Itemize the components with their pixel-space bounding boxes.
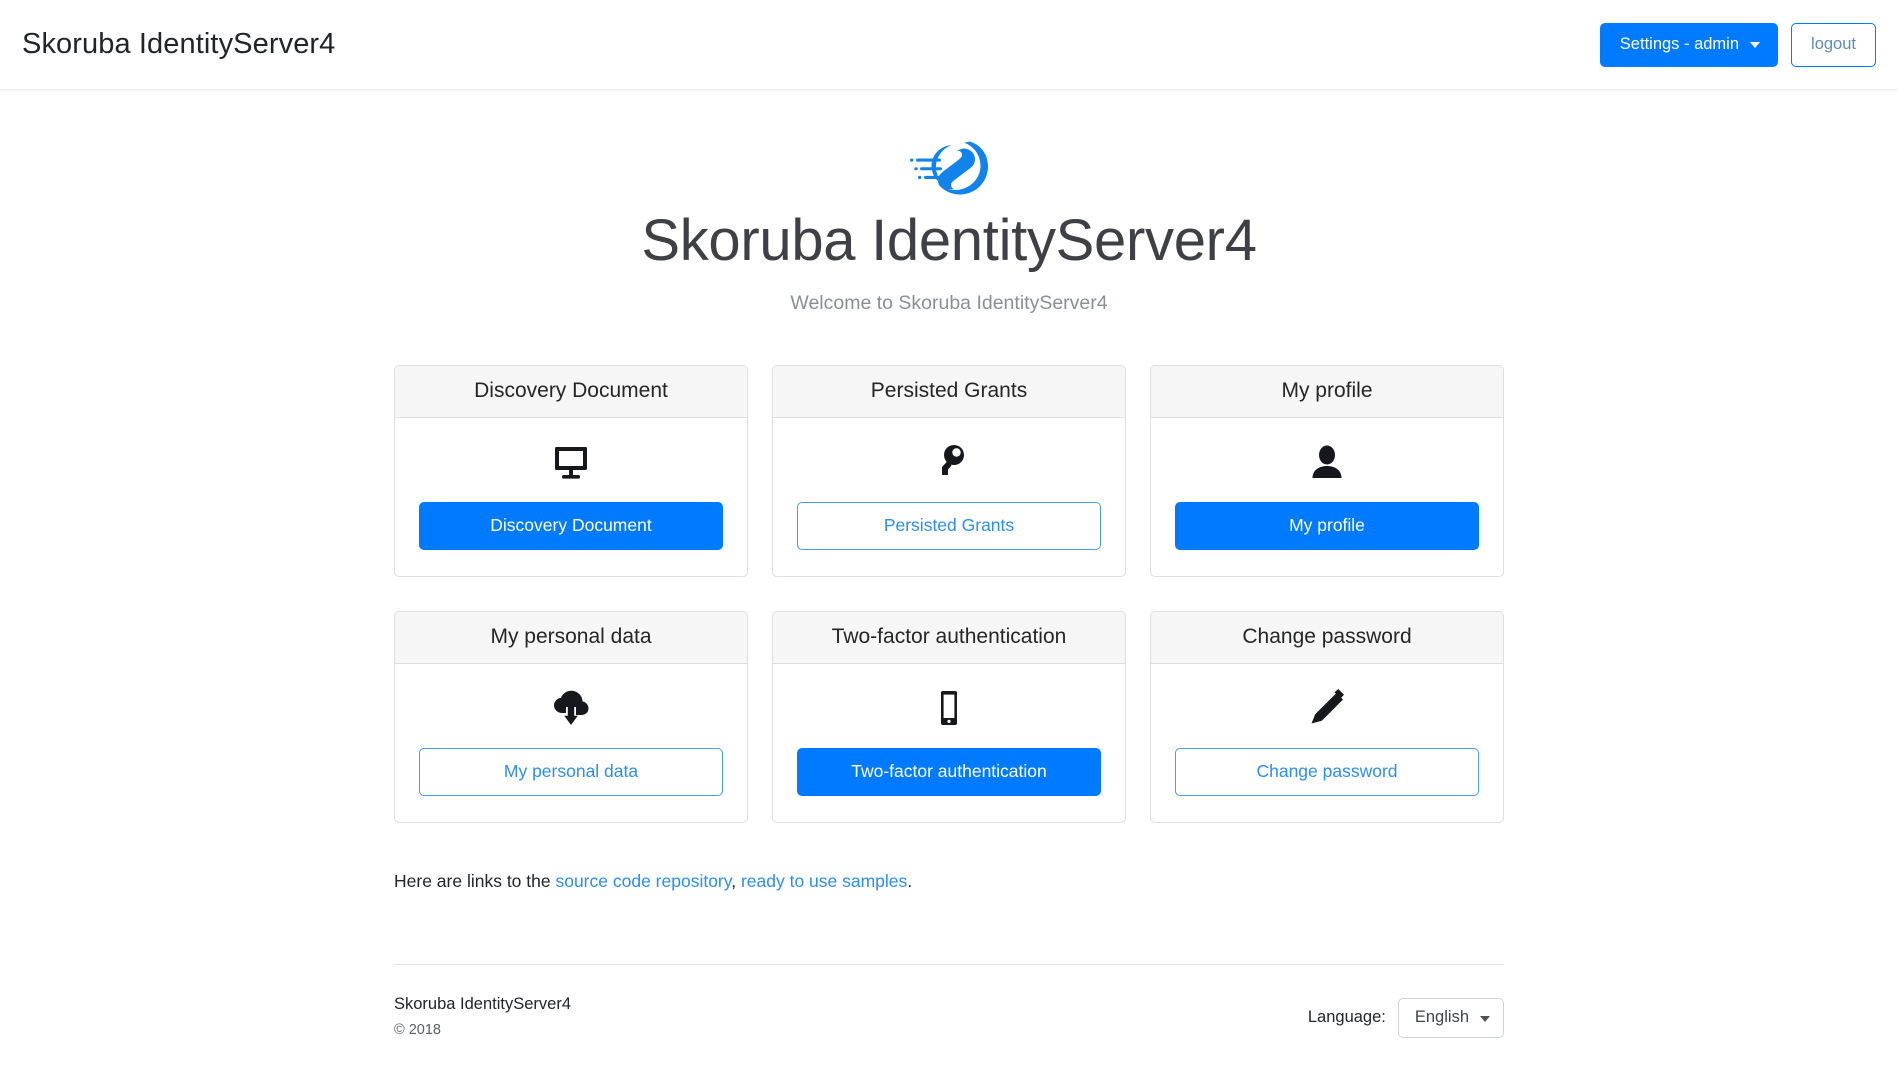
pencil-edit-icon	[1306, 684, 1348, 732]
card-row-primary: Discovery Document Discovery Document Pe…	[394, 364, 1504, 577]
desktop-monitor-icon	[550, 438, 592, 486]
card-change-password: Change password Change password	[1150, 610, 1504, 823]
navbar-brand[interactable]: Skoruba IdentityServer4	[22, 28, 335, 61]
logout-button[interactable]: logout	[1791, 22, 1876, 67]
card-title: Persisted Grants	[773, 365, 1125, 418]
language-select-value: English	[1414, 1007, 1469, 1026]
card-body: Persisted Grants	[773, 418, 1125, 576]
key-icon	[928, 438, 970, 486]
card-body: Two-factor authentication	[773, 664, 1125, 822]
card-body: Discovery Document	[395, 418, 747, 576]
language-select[interactable]: English	[1397, 997, 1504, 1038]
ready-to-use-samples-link[interactable]: ready to use samples	[741, 871, 907, 891]
cloud-download-icon	[550, 684, 592, 732]
card-body: Change password	[1151, 664, 1503, 822]
discovery-document-button[interactable]: Discovery Document	[419, 501, 723, 550]
hero-section: Skoruba IdentityServer4 Welcome to Skoru…	[394, 138, 1504, 315]
card-persisted-grants: Persisted Grants Persisted Grants	[772, 364, 1126, 577]
links-paragraph: Here are links to the source code reposi…	[394, 871, 1504, 892]
top-navbar: Skoruba IdentityServer4 Settings - admin…	[0, 0, 1898, 90]
footer-info: Skoruba IdentityServer4 © 2018	[394, 993, 571, 1041]
links-suffix-text: .	[907, 870, 913, 891]
chevron-down-icon	[1750, 42, 1761, 48]
change-password-button[interactable]: Change password	[1175, 747, 1479, 796]
card-title: My personal data	[395, 611, 747, 664]
footer-app-name: Skoruba IdentityServer4	[394, 994, 572, 1013]
card-body: My profile	[1151, 418, 1503, 576]
page-container: Skoruba IdentityServer4 Welcome to Skoru…	[394, 90, 1504, 1041]
navbar-actions: Settings - admin logout	[1599, 22, 1876, 67]
chevron-down-icon	[1480, 1015, 1490, 1022]
language-label: Language:	[1307, 1008, 1386, 1027]
page-title: Skoruba IdentityServer4	[641, 208, 1257, 273]
footer-copyright: © 2018	[394, 1021, 441, 1038]
page-subtitle: Welcome to Skoruba IdentityServer4	[790, 291, 1108, 314]
card-discovery-document: Discovery Document Discovery Document	[394, 364, 748, 577]
card-row-secondary: My personal data My personal data Two-fa…	[394, 610, 1504, 823]
user-person-icon	[1306, 438, 1348, 486]
skoruba-logo-icon	[910, 141, 988, 195]
card-two-factor-authentication: Two-factor authentication Two-factor aut…	[772, 610, 1126, 823]
my-personal-data-button[interactable]: My personal data	[419, 747, 723, 796]
settings-dropdown-label: Settings - admin	[1619, 34, 1740, 53]
my-profile-button[interactable]: My profile	[1175, 501, 1479, 550]
card-my-personal-data: My personal data My personal data	[394, 610, 748, 823]
card-title: My profile	[1151, 365, 1503, 418]
settings-dropdown-button[interactable]: Settings - admin	[1599, 22, 1779, 67]
source-code-repository-link[interactable]: source code repository	[555, 871, 731, 891]
persisted-grants-button[interactable]: Persisted Grants	[797, 501, 1101, 550]
card-body: My personal data	[395, 664, 747, 822]
card-title: Two-factor authentication	[773, 611, 1125, 664]
page-footer: Skoruba IdentityServer4 © 2018 Language:…	[394, 965, 1504, 1041]
logo-wrapper	[394, 138, 1504, 200]
two-factor-authentication-button[interactable]: Two-factor authentication	[797, 747, 1101, 796]
links-separator-text: ,	[731, 870, 741, 891]
card-title: Change password	[1151, 611, 1503, 664]
links-prefix-text: Here are links to the	[394, 870, 556, 891]
language-switcher: Language: English	[1308, 993, 1504, 1038]
card-my-profile: My profile My profile	[1150, 364, 1504, 577]
mobile-phone-icon	[928, 684, 970, 732]
card-title: Discovery Document	[395, 365, 747, 418]
